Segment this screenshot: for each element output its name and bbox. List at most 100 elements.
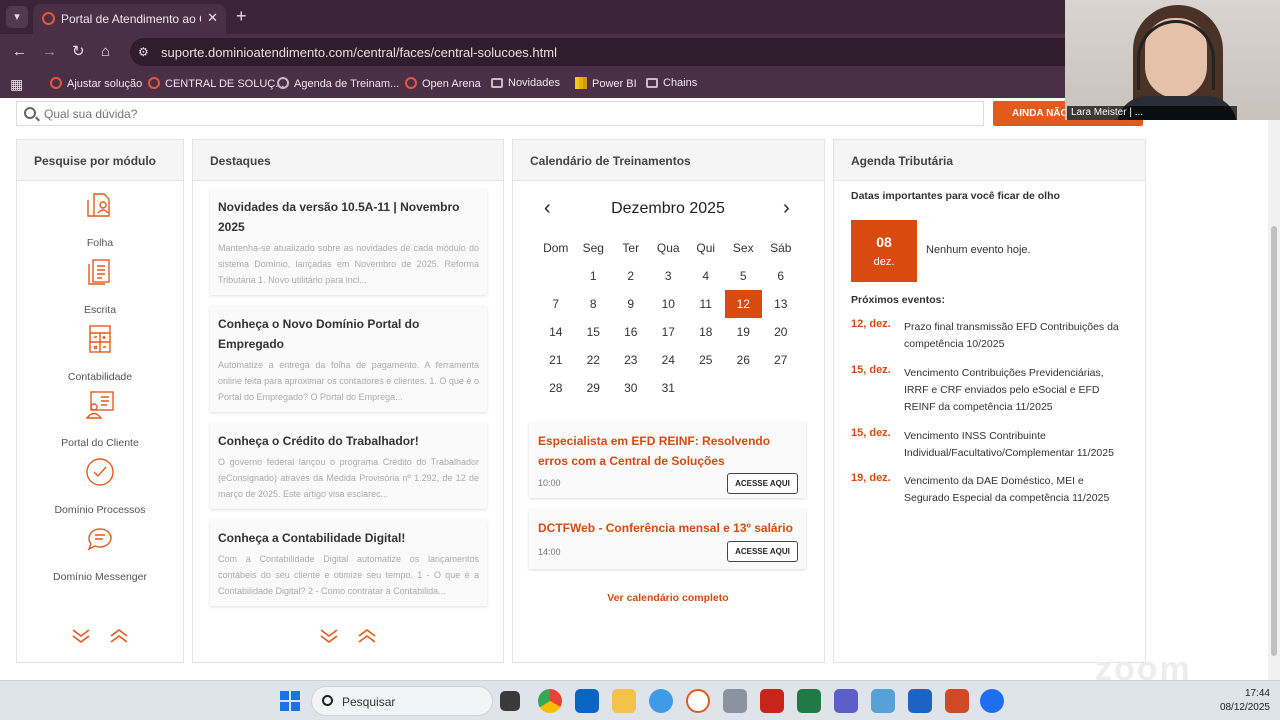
module-portal-cliente[interactable]: Portal do Cliente [17,390,183,454]
bookmark-item[interactable]: Novidades [491,77,560,89]
calendar-day[interactable]: 29 [575,374,613,402]
notepad-icon[interactable] [871,689,895,713]
calendar-day[interactable]: 6 [762,262,800,290]
acesse-aqui-button[interactable]: ACESSE AQUI [727,473,798,494]
bookmark-item[interactable]: Open Arena [405,77,481,90]
chevron-up-icon[interactable] [106,627,132,645]
training-event[interactable]: DCTFWeb - Conferência mensal e 13º salár… [529,509,806,569]
word-icon[interactable] [908,689,932,713]
full-calendar-link[interactable]: Ver calendário completo [513,592,823,604]
calendar-day[interactable]: 26 [725,346,763,374]
outlook-icon[interactable] [575,689,599,713]
browser-tab[interactable]: Portal de Atendimento ao Cliente ✕ [33,4,226,34]
calendar-day[interactable]: 24 [650,346,688,374]
search-bar[interactable] [16,101,984,126]
chevron-down-icon[interactable] [68,627,94,645]
file-explorer-icon[interactable] [612,689,636,713]
news-body: Automatize a entrega da folha de pagamen… [218,360,479,402]
calendar-day[interactable]: 15 [575,318,613,346]
bookmark-item[interactable]: Chains [646,77,697,89]
calendar-day[interactable]: 31 [650,374,688,402]
site-info-icon[interactable]: ⚙ [138,45,152,59]
calendar-day[interactable]: 4 [687,262,725,290]
folder-icon [646,78,658,88]
escrita-icon [88,259,110,285]
calendar-day[interactable]: 25 [687,346,725,374]
acesse-aqui-button[interactable]: ACESSE AQUI [727,541,798,562]
chevron-up-icon[interactable] [354,627,380,645]
page-scrollbar[interactable] [1268,98,1280,680]
calendar-day[interactable]: 1 [575,262,613,290]
module-escrita[interactable]: Escrita [17,257,183,321]
bookmark-item[interactable]: Ajustar solução [50,77,142,90]
calendar-day[interactable]: 5 [725,262,763,290]
calendar-day[interactable]: 10 [650,290,688,318]
module-dominio-messenger[interactable]: Domínio Messenger [17,524,183,588]
zoom-app-icon[interactable] [980,689,1004,713]
calendar-day[interactable]: 22 [575,346,613,374]
back-icon[interactable]: ← [12,43,27,61]
calendar-day[interactable]: 30 [612,374,650,402]
calendar-day[interactable]: 27 [762,346,800,374]
news-body: Mantenha-se atualizado sobre as novidade… [218,243,479,285]
calendar-day[interactable]: 9 [612,290,650,318]
filezilla-icon[interactable] [760,689,784,713]
search-input[interactable] [44,104,944,123]
windows-start-icon[interactable] [280,691,300,711]
calendar-day[interactable]: 28 [537,374,575,402]
module-dominio-processos[interactable]: Domínio Processos [17,457,183,521]
calendar-day[interactable]: 8 [575,290,613,318]
calculator-icon[interactable] [723,689,747,713]
teams-icon[interactable] [834,689,858,713]
calendar-day-highlighted[interactable]: 12 [724,290,762,318]
scrollbar-thumb[interactable] [1271,226,1277,656]
no-event-text: Nenhum evento hoje. [926,244,1031,256]
tab-search-button[interactable]: ▾ [6,6,28,28]
calendar-day[interactable]: 21 [537,346,575,374]
chevron-down-icon[interactable] [316,627,342,645]
calendar-day[interactable]: 23 [612,346,650,374]
apps-grid-icon[interactable]: ▦ [10,76,23,93]
calendar-day[interactable]: 14 [537,318,575,346]
app-icon[interactable] [649,689,673,713]
calendar-day[interactable]: 18 [687,318,725,346]
home-icon[interactable]: ⌂ [101,43,110,61]
app-icon[interactable] [686,689,710,713]
news-item[interactable]: Conheça o Novo Domínio Portal do Emprega… [210,306,487,412]
bookmark-item[interactable]: Power BI [575,77,637,90]
task-view-icon[interactable] [500,691,520,711]
powerpoint-icon[interactable] [945,689,969,713]
url-field[interactable]: ⚙ suporte.dominioatendimento.com/central… [130,38,1130,66]
news-title: Conheça a Contabilidade Digital! [218,531,406,545]
url-text: suporte.dominioatendimento.com/central/f… [161,45,557,60]
forward-icon[interactable]: → [42,43,57,61]
new-tab-icon[interactable]: + [236,6,247,26]
bookmark-item[interactable]: Agenda de Treinam... [277,77,399,90]
calendar-day[interactable]: 17 [650,318,688,346]
calendar-next-button[interactable]: › [783,198,790,218]
close-tab-icon[interactable]: ✕ [207,10,218,26]
module-contabilidade[interactable]: Contabilidade [17,324,183,388]
news-item[interactable]: Conheça o Crédito do Trabalhador! O gove… [210,423,487,509]
news-item[interactable]: Novidades da versão 10.5A-11 | Novembro … [210,189,487,295]
calendar-day[interactable]: 20 [762,318,800,346]
red-circle-icon [148,77,160,89]
system-clock[interactable]: 17:44 08/12/2025 [1200,687,1270,715]
module-folha[interactable]: Folha [17,190,183,254]
news-title: Conheça o Novo Domínio Portal do Emprega… [218,317,420,351]
calendar-day[interactable]: 13 [762,290,800,318]
calendar-day[interactable]: 11 [687,290,725,318]
news-item[interactable]: Conheça a Contabilidade Digital! Com a C… [210,520,487,606]
event-date: 12, dez. [851,318,891,330]
chrome-icon[interactable] [538,689,562,713]
calendar-day[interactable]: 7 [537,290,575,318]
reload-icon[interactable]: ↻ [72,43,85,61]
taskbar-search[interactable]: Pesquisar [311,686,493,716]
calendar-day[interactable]: 2 [612,262,650,290]
calendar-day[interactable]: 3 [650,262,688,290]
bookmark-item[interactable]: CENTRAL DE SOLUÇ... [148,77,284,90]
calendar-day[interactable]: 16 [612,318,650,346]
calendar-day[interactable]: 19 [725,318,763,346]
excel-icon[interactable] [797,689,821,713]
training-event[interactable]: Especialista em EFD REINF: Resolvendo er… [529,422,806,498]
